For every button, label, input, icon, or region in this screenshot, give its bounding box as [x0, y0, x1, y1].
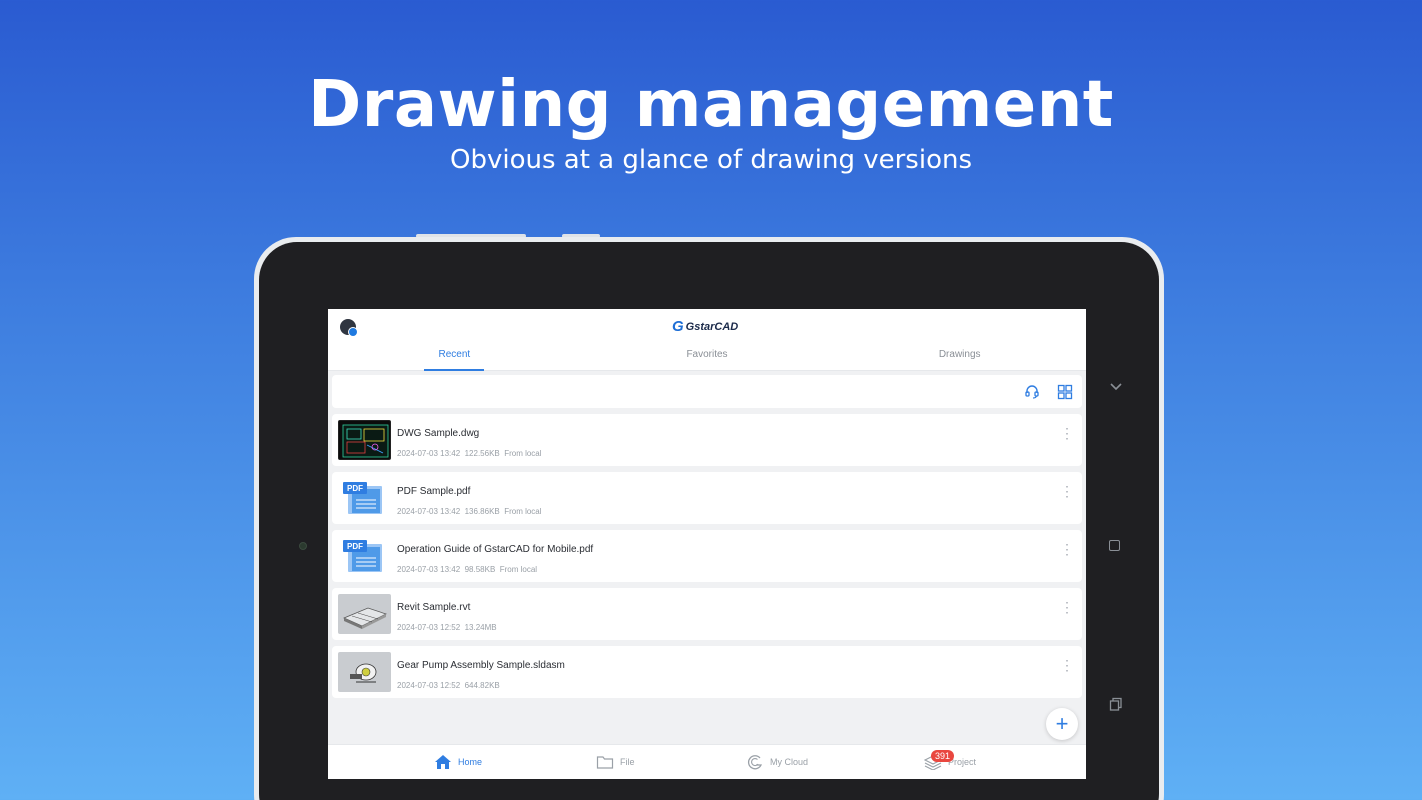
file-name: Operation Guide of GstarCAD for Mobile.p…: [397, 544, 594, 555]
home-icon: [435, 755, 451, 769]
nav-home[interactable]: Home: [434, 754, 482, 770]
project-count-badge: 391: [931, 750, 955, 762]
file-name: PDF Sample.pdf: [397, 486, 471, 497]
headset-icon[interactable]: [1024, 384, 1040, 400]
app-logo: G GstarCAD: [672, 318, 738, 335]
more-vertical-icon[interactable]: ⋮: [1060, 484, 1074, 498]
file-meta: 2024-07-03 13:42 122.56KB From local: [397, 449, 542, 458]
file-meta: 2024-07-03 12:52 13.24MB: [397, 623, 497, 632]
pdf-file-icon: PDF: [338, 478, 391, 518]
tab-drawings[interactable]: Drawings: [833, 347, 1086, 369]
tab-recent[interactable]: Recent: [328, 347, 581, 371]
avatar-status-icon: [348, 327, 358, 337]
cloud-icon: [748, 755, 763, 770]
nav-my-cloud[interactable]: My Cloud: [746, 754, 808, 770]
nav-file[interactable]: File: [596, 754, 635, 770]
recent-files-list: DWG Sample.dwg 2024-07-03 13:42 122.56KB…: [332, 414, 1082, 704]
tab-bar: Recent Favorites Drawings: [328, 347, 1086, 371]
list-item[interactable]: Gear Pump Assembly Sample.sldasm 2024-07…: [332, 646, 1082, 698]
file-name: DWG Sample.dwg: [397, 428, 480, 439]
file-name: Revit Sample.rvt: [397, 602, 471, 613]
camera-icon: [299, 542, 307, 550]
avatar[interactable]: [340, 319, 358, 337]
pdf-label: PDF: [347, 484, 363, 493]
list-item[interactable]: Revit Sample.rvt 2024-07-03 12:52 13.24M…: [332, 588, 1082, 640]
chevron-down-icon[interactable]: [1109, 380, 1123, 394]
home-square-icon[interactable]: [1109, 540, 1120, 551]
list-item[interactable]: PDF Operation Guide of GstarCAD for Mobi…: [332, 530, 1082, 582]
pdf-label: PDF: [347, 542, 363, 551]
rvt-thumbnail-icon: [338, 594, 391, 634]
recents-icon[interactable]: [1109, 697, 1123, 711]
bottom-nav: Home File My Cloud Project 391: [328, 744, 1086, 779]
grid-view-icon[interactable]: [1057, 384, 1073, 400]
more-vertical-icon[interactable]: ⋮: [1060, 658, 1074, 672]
folder-icon: [596, 756, 614, 769]
add-button[interactable]: +: [1046, 708, 1078, 740]
nav-label: File: [620, 757, 635, 767]
nav-label: Home: [458, 757, 483, 767]
more-vertical-icon[interactable]: ⋮: [1060, 426, 1074, 440]
nav-label: My Cloud: [770, 757, 809, 767]
file-name: Gear Pump Assembly Sample.sldasm: [397, 660, 565, 671]
sldasm-thumbnail-icon: [338, 652, 391, 692]
list-item[interactable]: PDF PDF Sample.pdf 2024-07-03 13:42 136.…: [332, 472, 1082, 524]
logo-text: GstarCAD: [685, 320, 739, 333]
file-meta: 2024-07-03 13:42 136.86KB From local: [397, 507, 542, 516]
file-meta: 2024-07-03 13:42 98.58KB From local: [397, 565, 538, 574]
dwg-thumbnail-icon: [338, 420, 391, 460]
app-screen: G GstarCAD Recent Favorites Drawings DWG…: [328, 309, 1086, 779]
more-vertical-icon[interactable]: ⋮: [1060, 600, 1074, 614]
file-meta: 2024-07-03 12:52 644.82KB: [397, 681, 500, 690]
app-bar: G GstarCAD Recent Favorites Drawings: [328, 309, 1086, 371]
logo-mark-icon: G: [672, 318, 684, 335]
hero-subtitle: Obvious at a glance of drawing versions: [449, 145, 973, 175]
pdf-file-icon: PDF: [338, 536, 391, 576]
hero-title: Drawing management: [308, 68, 1114, 142]
tab-favorites[interactable]: Favorites: [581, 347, 834, 369]
list-item[interactable]: DWG Sample.dwg 2024-07-03 13:42 122.56KB…: [332, 414, 1082, 466]
list-toolbar: [332, 375, 1082, 408]
more-vertical-icon[interactable]: ⋮: [1060, 542, 1074, 556]
